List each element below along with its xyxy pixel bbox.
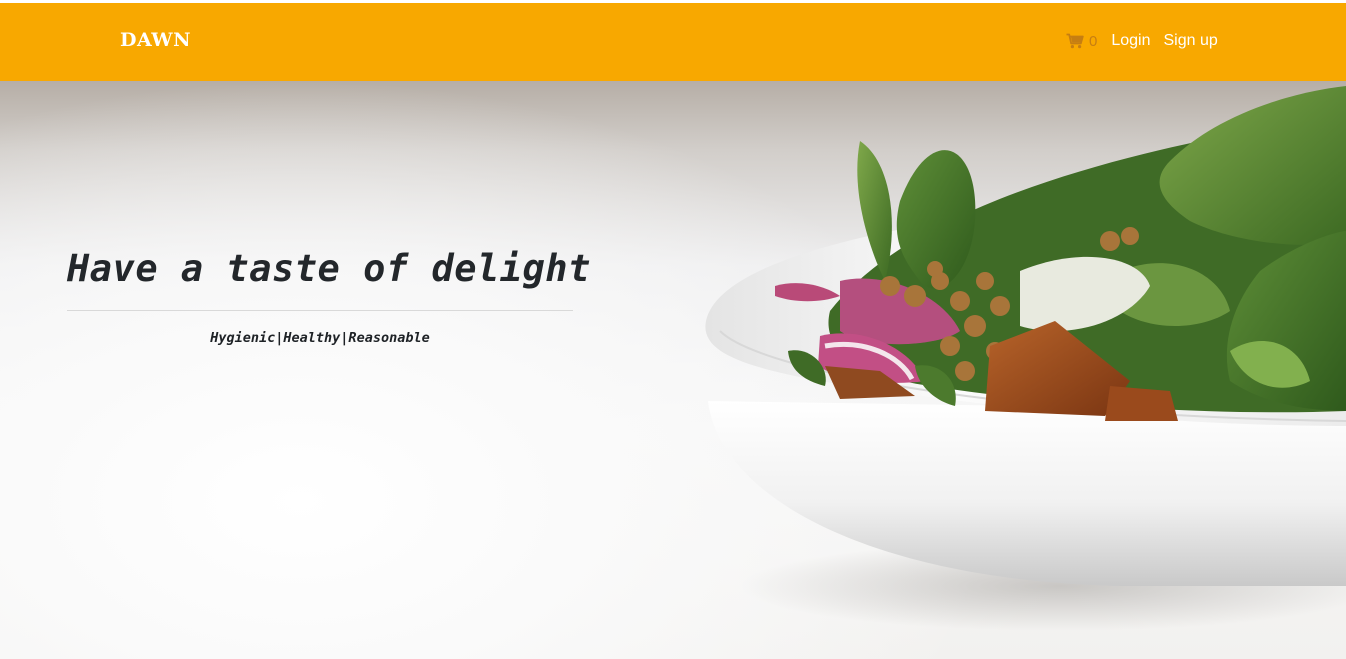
signup-link[interactable]: Sign up bbox=[1164, 32, 1218, 50]
shopping-cart-icon bbox=[1066, 33, 1084, 49]
cart-button[interactable]: 0 bbox=[1066, 33, 1097, 50]
brand-logo[interactable]: DAWN bbox=[120, 29, 191, 51]
navbar: DAWN 0 Login Sign up bbox=[0, 3, 1346, 81]
hero-tagline: Hygienic|Healthy|Reasonable bbox=[210, 330, 430, 346]
hero-banner: Have a taste of delight Hygienic|Healthy… bbox=[0, 81, 1346, 659]
cart-count: 0 bbox=[1089, 32, 1098, 50]
hero-divider bbox=[67, 310, 573, 311]
nav-right: 0 Login Sign up bbox=[1066, 32, 1231, 50]
hero-headline: Have a taste of delight bbox=[67, 247, 591, 290]
login-link[interactable]: Login bbox=[1111, 32, 1150, 50]
salad-bowl-image bbox=[705, 86, 1346, 631]
